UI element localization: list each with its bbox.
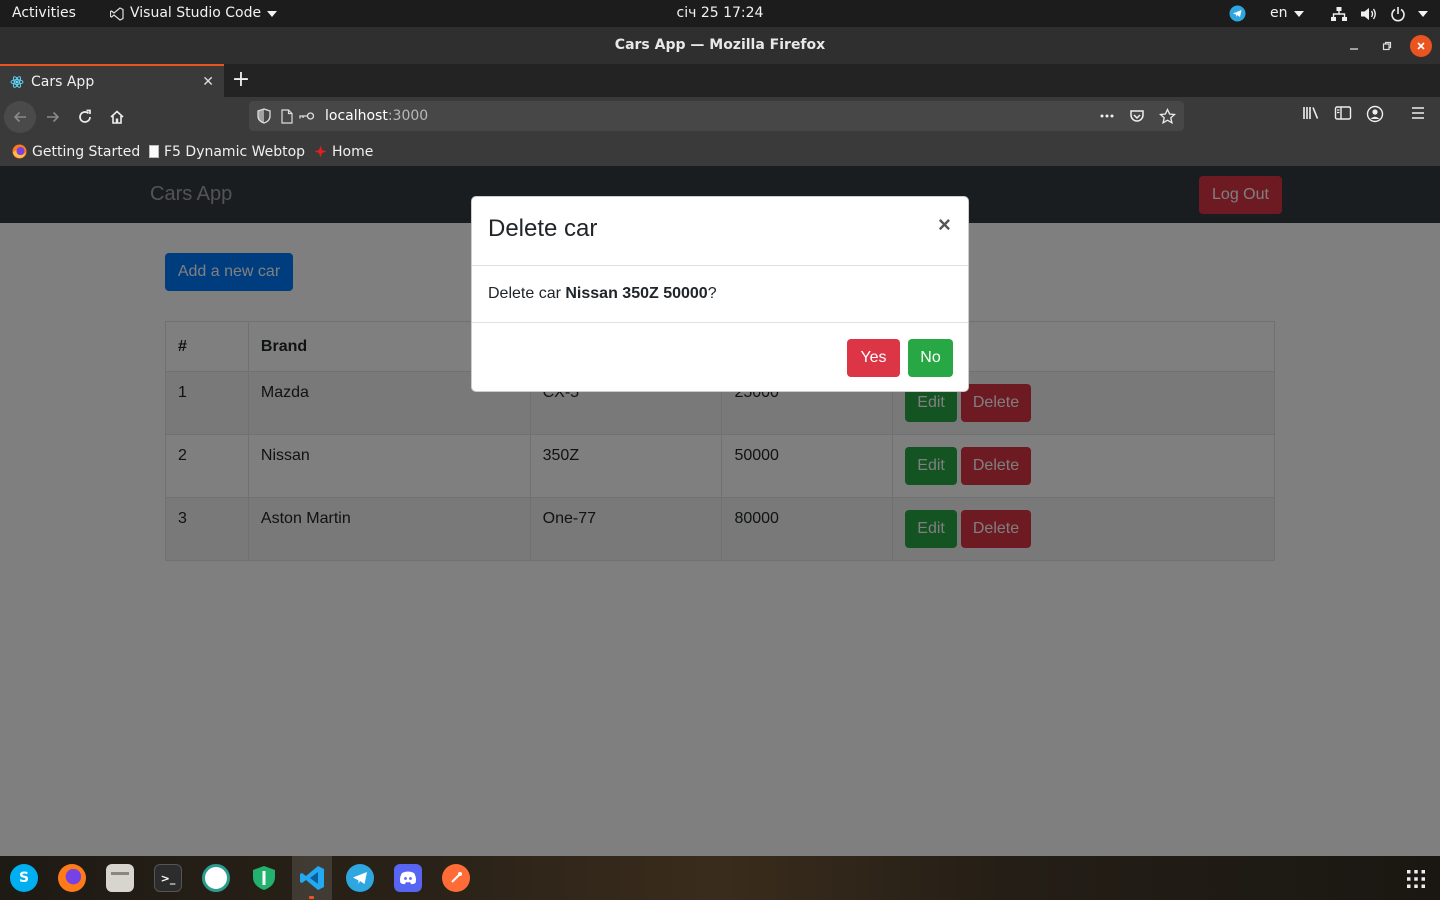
modal-body: Delete car Nissan 350Z 50000? <box>472 266 968 323</box>
bookmarks-toolbar: Getting Started F5 Dynamic Webtop Home <box>0 137 1440 166</box>
bookmark-f5-dynamic-webtop[interactable]: F5 Dynamic Webtop <box>149 137 305 166</box>
modal-title: Delete car <box>488 215 598 242</box>
close-tab-icon[interactable]: ✕ <box>202 74 214 90</box>
app-menu-label: Visual Studio Code <box>130 5 262 21</box>
terminal-icon[interactable]: >_ <box>154 864 182 892</box>
tab-strip: Cars App ✕ + <box>0 64 1440 97</box>
forward-button[interactable] <box>37 101 69 133</box>
url-port: :3000 <box>387 108 429 124</box>
modal-message-prefix: Delete car <box>488 285 566 302</box>
arrow-right-icon <box>47 111 60 123</box>
library-icon[interactable] <box>1302 105 1320 121</box>
running-indicator <box>309 896 314 899</box>
reload-icon <box>79 109 91 123</box>
modal-close-button[interactable]: × <box>938 212 951 238</box>
app-menu[interactable]: Visual Studio Code <box>110 0 278 27</box>
show-applications-icon[interactable] <box>1405 868 1427 890</box>
page-viewport: Cars App Log Out Add a new car # Brand 1… <box>0 166 1440 856</box>
tracking-shield-icon[interactable] <box>257 108 271 124</box>
system-menu[interactable] <box>1330 0 1428 27</box>
modal-message-suffix: ? <box>707 285 717 302</box>
address-bar[interactable]: localhost:3000 <box>249 101 1184 131</box>
tab-label: Cars App <box>31 73 95 90</box>
window-title-bar[interactable]: Cars App — Mozilla Firefox <box>0 27 1440 64</box>
minimize-button[interactable] <box>1343 35 1365 57</box>
arrow-left-icon <box>13 111 26 123</box>
confirm-no-button[interactable]: No <box>908 339 953 377</box>
delete-car-modal: Delete car × Delete car Nissan 350Z 5000… <box>471 196 969 392</box>
hamburger-icon <box>1412 107 1424 119</box>
home-button[interactable] <box>101 101 133 133</box>
volume-icon <box>1361 7 1376 20</box>
bookmark-getting-started[interactable]: Getting Started <box>12 137 140 166</box>
tab-cars-app[interactable]: Cars App ✕ <box>0 64 224 97</box>
clock-label[interactable]: січ 25 17:24 <box>677 5 764 21</box>
language-label: en <box>1270 5 1288 21</box>
navigation-toolbar: localhost:3000 <box>0 97 1440 137</box>
gnome-top-bar: Activities Visual Studio Code січ 25 17:… <box>0 0 1440 27</box>
telegram-icon[interactable] <box>346 864 374 892</box>
page-actions-icon[interactable] <box>1099 108 1115 124</box>
bookmark-star-icon[interactable] <box>1159 107 1176 125</box>
key-icon[interactable] <box>299 111 315 121</box>
telegram-tray-icon[interactable] <box>1229 5 1246 22</box>
vscode-icon[interactable] <box>298 864 326 892</box>
window-title: Cars App — Mozilla Firefox <box>614 37 826 53</box>
modal-footer: Yes No <box>472 323 968 391</box>
pocket-icon[interactable] <box>1129 108 1145 124</box>
discord-icon[interactable] <box>394 864 422 892</box>
chevron-down-icon <box>267 10 278 17</box>
postman-icon[interactable] <box>442 864 470 892</box>
confirm-yes-button[interactable]: Yes <box>847 339 900 377</box>
vscode-icon <box>110 6 124 21</box>
vpn-shield-icon[interactable] <box>250 864 278 892</box>
sidebar-icon[interactable] <box>1334 105 1352 121</box>
reload-button[interactable] <box>69 101 101 133</box>
new-tab-button[interactable]: + <box>230 67 252 93</box>
red-cross-icon <box>314 145 327 158</box>
document-icon <box>149 145 159 158</box>
home-icon <box>110 110 124 124</box>
close-window-button[interactable] <box>1410 35 1432 57</box>
bookmark-label: Home <box>332 143 374 160</box>
url-host: localhost <box>325 108 388 124</box>
activities-button[interactable]: Activities <box>12 0 76 27</box>
account-icon[interactable] <box>1366 105 1384 123</box>
react-favicon-icon <box>10 75 24 88</box>
files-icon[interactable] <box>106 864 134 892</box>
power-icon <box>1391 6 1405 21</box>
bookmark-home[interactable]: Home <box>314 137 373 166</box>
hamburger-menu-button[interactable] <box>1410 105 1426 125</box>
url-text: localhost:3000 <box>325 108 1099 124</box>
firefox-icon[interactable] <box>58 864 86 892</box>
ubuntu-dock: S >_ <box>0 856 1440 900</box>
page-icon[interactable] <box>281 108 293 124</box>
modal-header: Delete car × <box>472 197 968 266</box>
language-indicator[interactable]: en <box>1270 0 1304 27</box>
chevron-down-icon <box>1418 10 1428 17</box>
back-button[interactable] <box>4 101 36 133</box>
skype-icon[interactable]: S <box>10 864 38 892</box>
bookmark-label: Getting Started <box>32 143 141 160</box>
network-icon <box>1331 6 1347 21</box>
toolbar-right <box>1302 105 1384 123</box>
bookmark-label: F5 Dynamic Webtop <box>164 143 306 160</box>
restore-button[interactable] <box>1376 35 1398 57</box>
chevron-down-icon <box>1293 10 1304 17</box>
firefox-icon <box>12 144 27 159</box>
webtop-icon[interactable] <box>202 864 230 892</box>
modal-car-name: Nissan 350Z 50000 <box>565 285 708 302</box>
